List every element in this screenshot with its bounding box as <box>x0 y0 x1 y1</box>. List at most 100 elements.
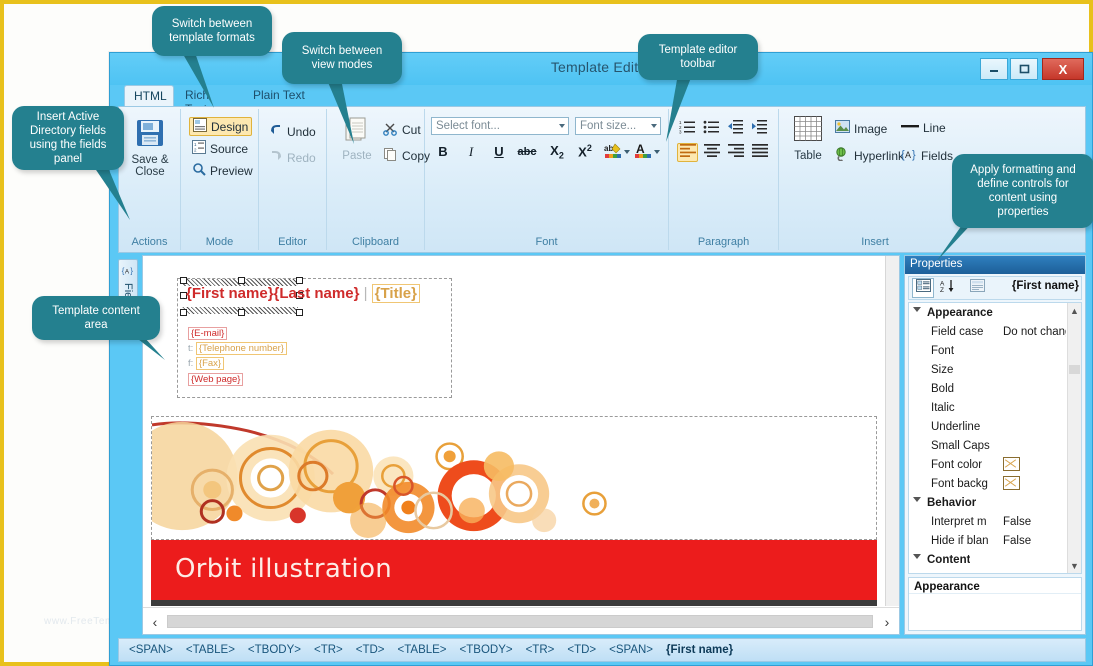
property-row[interactable]: Bold <box>909 379 1066 398</box>
field-web-page[interactable]: {Web page} <box>188 373 244 386</box>
insert-hyperlink-button[interactable]: Hyperlink <box>835 147 904 164</box>
property-value[interactable] <box>1003 476 1066 491</box>
highlight-color-button[interactable]: ab <box>603 142 623 161</box>
scroll-right-arrow-icon[interactable]: › <box>877 612 897 631</box>
field-fax[interactable]: {Fax} <box>195 357 225 370</box>
expand-triangle-down-icon[interactable] <box>913 306 921 312</box>
name-line[interactable]: {First name}{Last name} | {Title} <box>186 284 420 303</box>
horizontal-scroll-track[interactable] <box>167 615 873 628</box>
field-first-name[interactable]: {First name} <box>186 285 274 302</box>
banner-red-bar[interactable]: Orbit illustration <box>151 540 877 600</box>
contact-block[interactable]: {E-mail} t: {Telephone number} f: {Fax} … <box>188 327 287 386</box>
dom-path-segment[interactable]: <TABLE> <box>186 644 235 656</box>
mode-preview-button[interactable]: Preview <box>192 162 253 179</box>
svg-text:A: A <box>905 150 911 160</box>
dom-path-segment[interactable]: <SPAN> <box>129 644 173 656</box>
property-row[interactable]: TrimDo not change <box>909 569 1066 574</box>
scroll-down-arrow-icon[interactable]: ▼ <box>1068 558 1081 573</box>
property-row[interactable]: Field case Do not change <box>909 322 1066 341</box>
color-swatch-empty-icon[interactable] <box>1003 457 1020 471</box>
property-row[interactable]: Size <box>909 360 1066 379</box>
selection-handle[interactable] <box>296 309 303 316</box>
dom-path-segment[interactable]: <TABLE> <box>398 644 447 656</box>
dom-path-segment[interactable]: <TD> <box>356 644 385 656</box>
template-content-canvas[interactable]: {First name}{Last name} | {Title} {E-mai… <box>142 255 900 635</box>
insert-image-button[interactable]: Image <box>835 120 887 137</box>
color-swatch-empty-icon[interactable] <box>1003 476 1020 490</box>
dom-path-segment[interactable]: <TBODY> <box>248 644 301 656</box>
font-family-select[interactable]: Select font... <box>431 117 569 135</box>
property-row[interactable]: Underline <box>909 417 1066 436</box>
dom-path-segment[interactable]: <TR> <box>314 644 343 656</box>
scroll-left-arrow-icon[interactable]: ‹ <box>145 612 165 631</box>
property-value[interactable]: Do not change <box>1003 573 1066 574</box>
properties-grid-scrollbar[interactable]: ▲ ▼ <box>1067 303 1081 573</box>
highlight-color-dropdown-arrow-icon[interactable] <box>624 150 630 154</box>
dom-path-segment[interactable]: <TD> <box>567 644 596 656</box>
document-footer[interactable]: orbit illustration Ltd. is a limited com… <box>151 600 877 606</box>
italic-button[interactable]: I <box>461 142 481 161</box>
expand-triangle-down-icon[interactable] <box>913 553 921 559</box>
minimize-button[interactable] <box>980 58 1008 80</box>
property-pages-button[interactable] <box>966 278 988 298</box>
subscript-button[interactable]: X2 <box>547 142 567 161</box>
selection-handle[interactable] <box>238 309 245 316</box>
redo-label: Redo <box>287 150 316 165</box>
field-last-name[interactable]: {Last name} <box>274 285 360 302</box>
properties-grid[interactable]: Appearance Field case Do not change Font Siz… <box>908 302 1082 574</box>
table-grid-icon <box>792 115 824 150</box>
canvas-horizontal-scrollbar[interactable]: ‹ › <box>143 607 899 634</box>
property-category-row[interactable]: Content <box>909 550 1066 569</box>
mode-preview-label: Preview <box>210 163 253 178</box>
property-row[interactable]: Font backg <box>909 474 1066 493</box>
canvas-vertical-scrollbar[interactable] <box>885 256 899 606</box>
highlight-color-icon: ab <box>604 141 622 162</box>
dom-path-segment[interactable]: <SPAN> <box>609 644 653 656</box>
property-row[interactable]: Hide if blan False <box>909 531 1066 550</box>
dom-path-current-selection[interactable]: {First name} <box>666 644 733 656</box>
property-value[interactable]: False <box>1003 516 1066 528</box>
property-row[interactable]: Font <box>909 341 1066 360</box>
field-title[interactable]: {Title} <box>371 284 420 303</box>
property-value[interactable]: Do not change <box>1003 326 1066 338</box>
group-label-mode: Mode <box>205 236 234 248</box>
categorized-view-button[interactable] <box>912 278 934 298</box>
property-row[interactable]: Font color <box>909 455 1066 474</box>
property-category-row[interactable]: Behavior <box>909 493 1066 512</box>
properties-selected-object: {First name} <box>1011 280 1079 292</box>
selection-handle[interactable] <box>296 277 303 284</box>
property-category-row[interactable]: Appearance <box>909 303 1066 322</box>
scroll-thumb[interactable] <box>1069 365 1080 374</box>
property-row[interactable]: Italic <box>909 398 1066 417</box>
insert-fields-label: Fields <box>921 148 954 163</box>
property-value[interactable]: False <box>1003 535 1066 547</box>
insert-line-button[interactable]: Line <box>901 120 946 135</box>
selection-handle[interactable] <box>180 277 187 284</box>
dom-path-segment[interactable]: <TR> <box>526 644 555 656</box>
font-color-dropdown-arrow-icon[interactable] <box>654 150 660 154</box>
document-body[interactable]: {First name}{Last name} | {Title} {E-mai… <box>143 256 885 606</box>
field-telephone[interactable]: {Telephone number} <box>195 342 287 355</box>
alphabetical-sort-button[interactable]: A Z <box>937 278 959 298</box>
property-row[interactable]: Small Caps <box>909 436 1066 455</box>
font-size-value: Font size... <box>580 120 637 132</box>
expand-triangle-down-icon[interactable] <box>913 496 921 502</box>
property-row[interactable]: Interpret m False <box>909 512 1066 531</box>
insert-hyperlink-label: Hyperlink <box>854 148 905 163</box>
superscript-button[interactable]: X2 <box>575 142 595 161</box>
scroll-up-arrow-icon[interactable]: ▲ <box>1068 303 1081 318</box>
close-button[interactable]: X <box>1042 58 1084 80</box>
insert-table-button[interactable]: Table <box>787 115 829 162</box>
mode-design-label: Design <box>211 119 249 134</box>
strikethrough-button[interactable]: abc <box>517 142 537 161</box>
maximize-button[interactable] <box>1010 58 1038 80</box>
dom-path-segment[interactable]: <TBODY> <box>460 644 513 656</box>
selection-handle[interactable] <box>238 277 245 284</box>
property-value[interactable] <box>1003 457 1066 472</box>
mode-source-button[interactable]: 1 2 Source <box>192 140 248 157</box>
header-table-block[interactable]: {First name}{Last name} | {Title} {E-mai… <box>177 277 452 398</box>
orbit-graphic[interactable] <box>151 416 877 540</box>
mode-design-button[interactable]: Design <box>189 117 253 136</box>
underline-button[interactable]: U <box>489 142 509 161</box>
bold-button[interactable]: B <box>433 142 453 161</box>
